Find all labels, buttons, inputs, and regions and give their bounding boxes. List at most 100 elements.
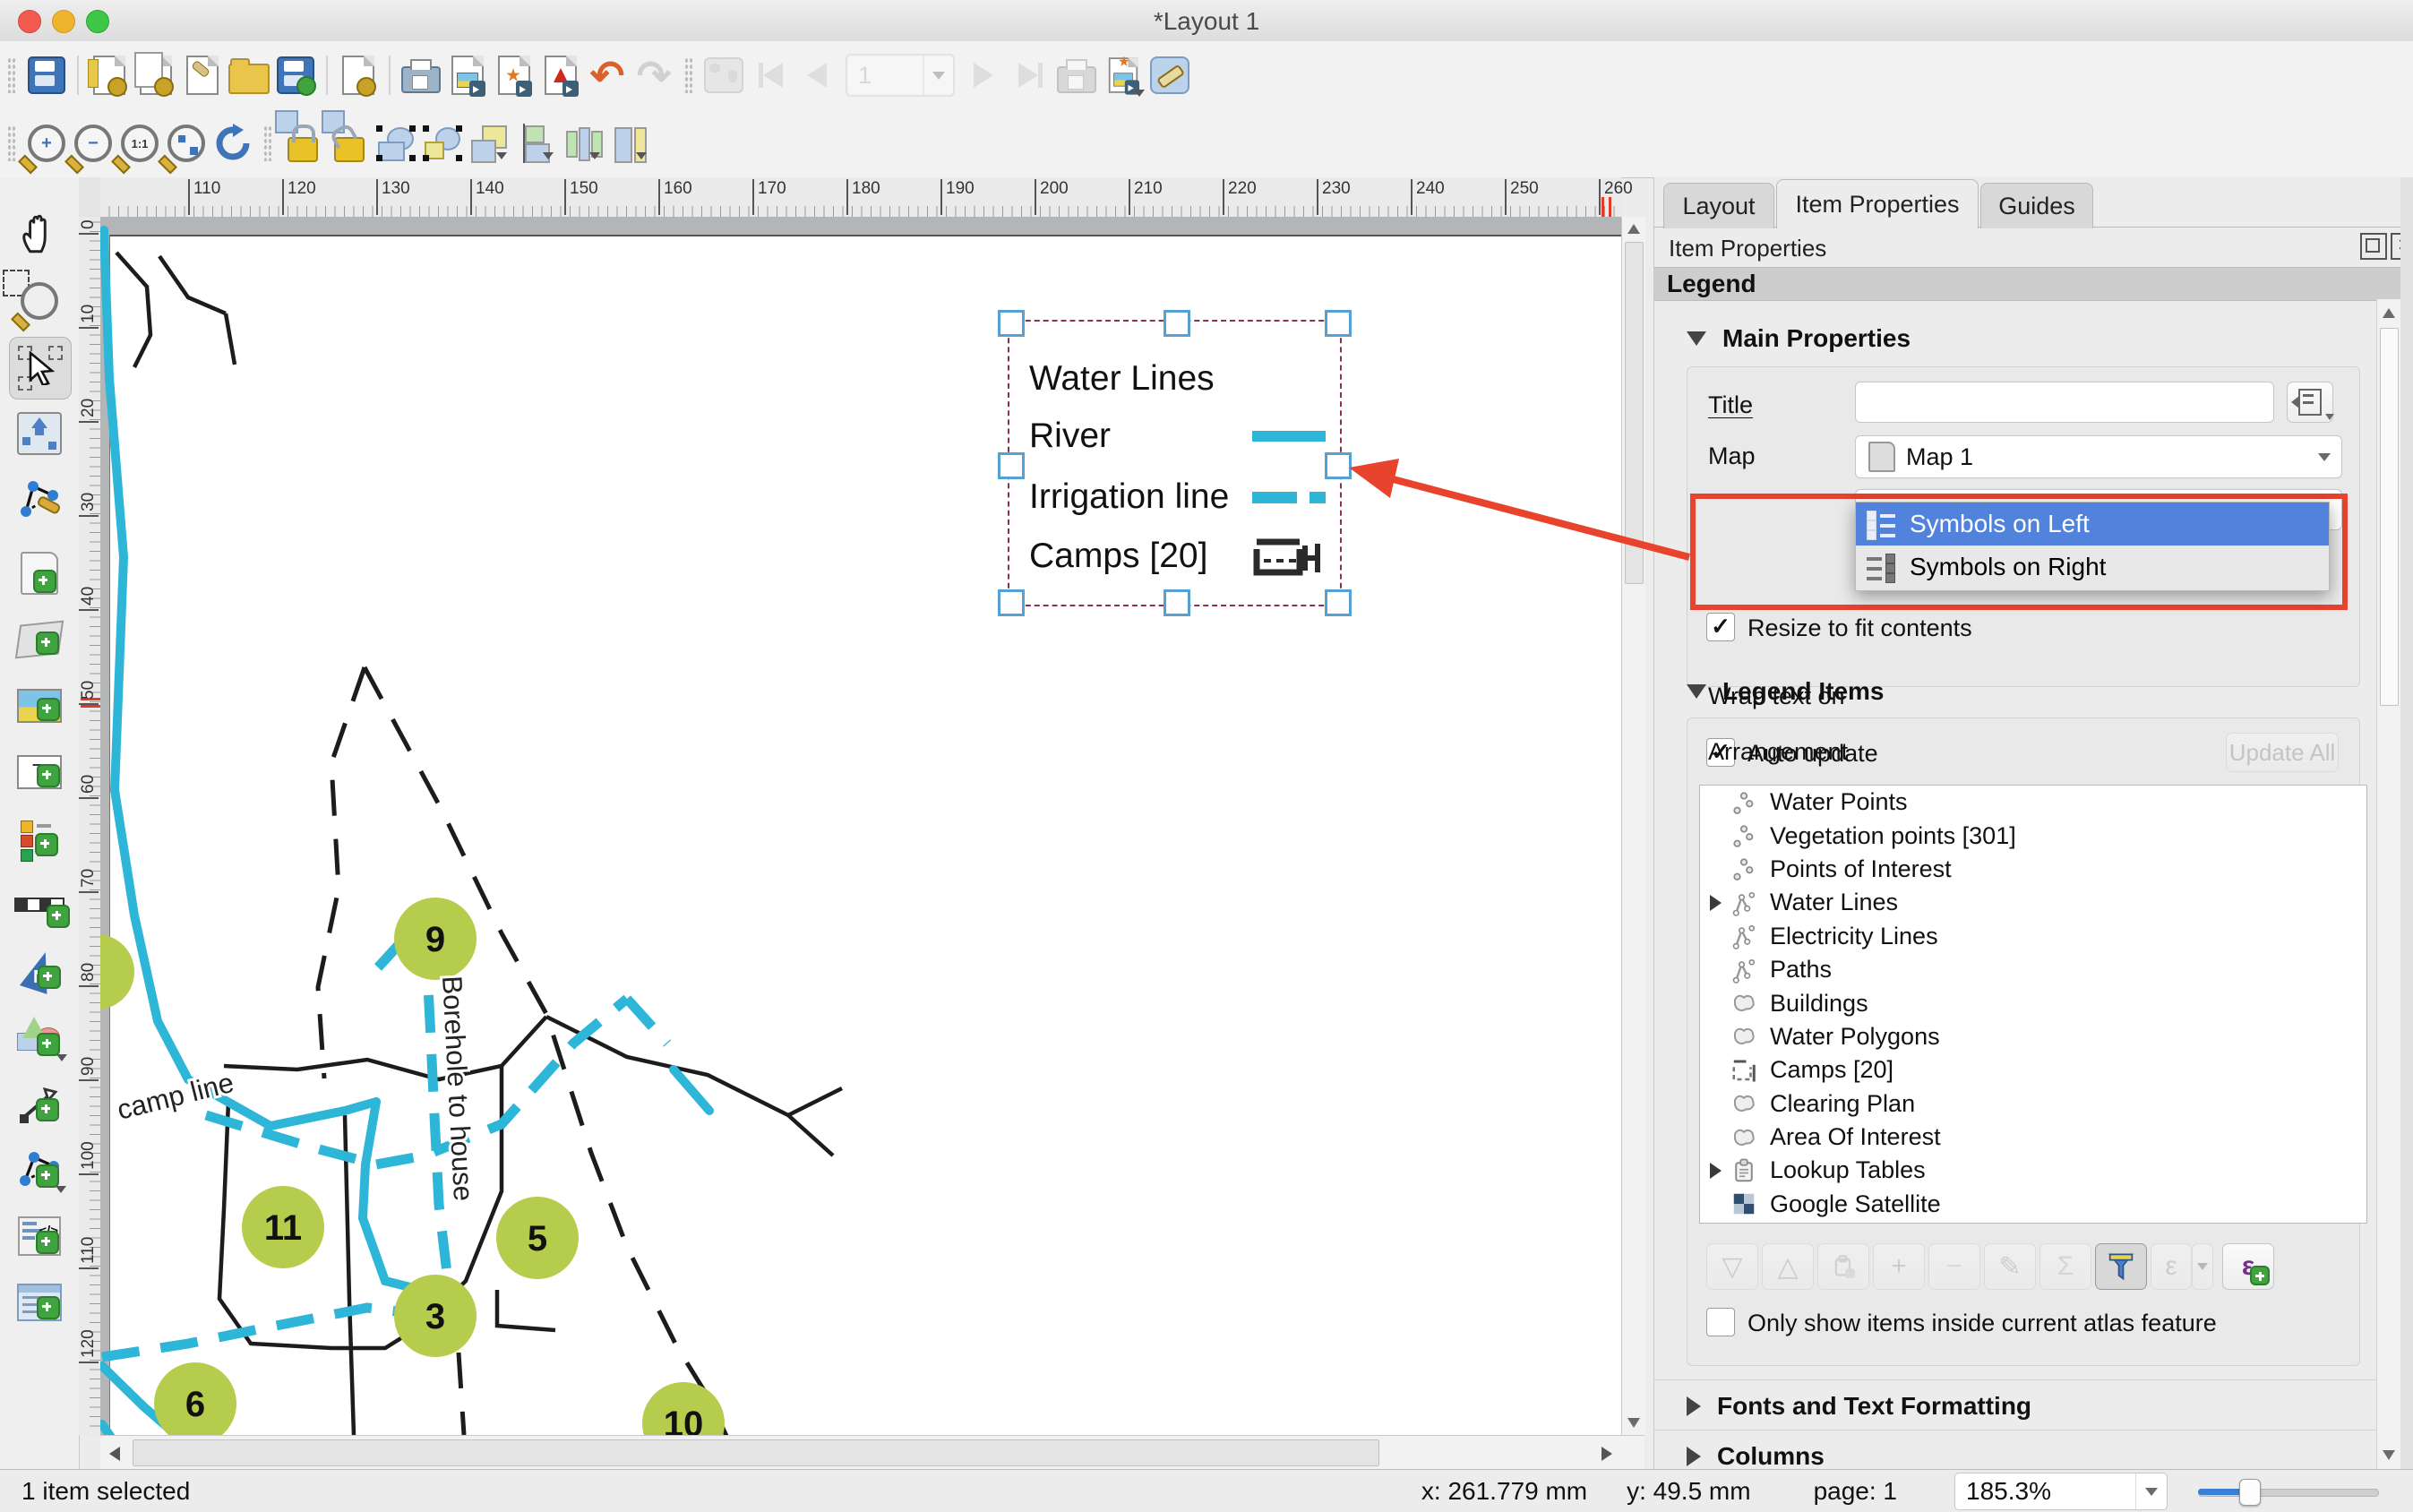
- update-all-button[interactable]: Update All: [2226, 733, 2339, 772]
- add-shape-tool-button[interactable]: [9, 1007, 70, 1068]
- ungroup-items-button[interactable]: [419, 118, 466, 168]
- layout-manager-button[interactable]: [179, 50, 226, 100]
- legend-item-row[interactable]: Water Polygons: [1700, 1020, 2366, 1053]
- panel-scrollbar[interactable]: [2376, 299, 2400, 1469]
- edit-nodes-tool-button[interactable]: [9, 469, 70, 530]
- move-item-content-tool-button[interactable]: [9, 403, 70, 464]
- align-items-button[interactable]: [512, 118, 559, 168]
- legend-item-row[interactable]: Lookup Tables: [1700, 1154, 2366, 1187]
- atlas-page-dropdown[interactable]: [923, 56, 953, 95]
- scroll-up-arrow[interactable]: [2383, 308, 2395, 318]
- add-3d-map-tool-button[interactable]: [9, 609, 70, 670]
- pan-tool-button[interactable]: [9, 204, 70, 265]
- slider-handle[interactable]: [2239, 1479, 2261, 1506]
- print-atlas-button[interactable]: [1053, 50, 1100, 100]
- legend-item-row[interactable]: Water Lines: [1700, 886, 2366, 919]
- resize-handle[interactable]: [998, 589, 1025, 616]
- raise-selected-items-button[interactable]: [466, 118, 512, 168]
- scrollbar-thumb[interactable]: [2380, 328, 2399, 706]
- scroll-up-arrow[interactable]: [1627, 224, 1640, 234]
- tab-guides[interactable]: Guides: [1980, 183, 2093, 228]
- atlas-previous-feature-button[interactable]: [794, 50, 840, 100]
- legend-item-row[interactable]: Paths: [1700, 953, 2366, 986]
- toolbar-grip[interactable]: [263, 125, 272, 161]
- atlas-settings-button[interactable]: [1146, 50, 1193, 100]
- save-project-button[interactable]: [23, 50, 70, 100]
- zoom-level-combobox[interactable]: 185.3%: [1954, 1473, 2168, 1510]
- scrollbar-thumb[interactable]: [133, 1439, 1379, 1466]
- legend-item-row[interactable]: Clearing Plan: [1700, 1087, 2366, 1121]
- add-html-tool-button[interactable]: </>: [9, 1206, 70, 1267]
- lock-selected-items-button[interactable]: [279, 118, 326, 168]
- legend-item-row[interactable]: Vegetation points [301]: [1700, 819, 2366, 852]
- add-items-from-template-button[interactable]: [335, 50, 382, 100]
- atlas-preview-button[interactable]: [700, 50, 747, 100]
- legend-title-input[interactable]: [1855, 382, 2274, 423]
- atlas-first-feature-button[interactable]: [747, 50, 794, 100]
- zoom-actual-size-button[interactable]: 1:1: [116, 118, 163, 168]
- resize-to-fit-checkbox[interactable]: ✓: [1706, 613, 1735, 641]
- legend-item-row[interactable]: Points of Interest: [1700, 853, 2366, 886]
- select-move-item-tool-button[interactable]: [9, 337, 72, 399]
- add-picture-tool-button[interactable]: [9, 675, 70, 736]
- zoom-full-extent-button[interactable]: [163, 118, 210, 168]
- dropdown-option-symbols-left[interactable]: Symbols on Left: [1856, 503, 2329, 546]
- open-layout-button[interactable]: [226, 50, 272, 100]
- undo-button[interactable]: ↶: [584, 50, 631, 100]
- expand-icon[interactable]: [1710, 1163, 1722, 1179]
- atlas-next-feature-button[interactable]: [960, 50, 1007, 100]
- tab-layout[interactable]: Layout: [1663, 183, 1774, 228]
- add-group-button[interactable]: [1817, 1243, 1869, 1290]
- atlas-last-feature-button[interactable]: [1007, 50, 1053, 100]
- add-north-arrow-tool-button[interactable]: N: [9, 941, 70, 1001]
- toolbar-grip[interactable]: [7, 57, 16, 93]
- add-attribute-table-tool-button[interactable]: [9, 1272, 70, 1333]
- print-layout-button[interactable]: [398, 50, 444, 100]
- add-node-item-tool-button[interactable]: [9, 1139, 70, 1200]
- add-legend-tool-button[interactable]: [9, 808, 70, 869]
- filter-by-expression-button[interactable]: ε: [2151, 1243, 2192, 1290]
- map-combobox[interactable]: Map 1: [1855, 435, 2342, 478]
- data-defined-override-button[interactable]: [2287, 382, 2333, 423]
- scroll-down-arrow[interactable]: [1627, 1418, 1640, 1428]
- zoom-out-button[interactable]: −: [70, 118, 116, 168]
- duplicate-layout-button[interactable]: [133, 50, 179, 100]
- atlas-filter-checkbox[interactable]: [1706, 1308, 1735, 1336]
- scroll-left-arrow[interactable]: [109, 1447, 120, 1461]
- new-layout-button[interactable]: [86, 50, 133, 100]
- resize-handle[interactable]: [1325, 589, 1352, 616]
- resize-handle[interactable]: [998, 452, 1025, 479]
- toolbar-grip[interactable]: [7, 125, 16, 161]
- legend-items-list[interactable]: Water Points Vegetation points [301] Poi…: [1699, 785, 2367, 1224]
- export-atlas-button[interactable]: [1100, 50, 1146, 100]
- scrollbar-thumb[interactable]: [1625, 242, 1644, 584]
- filter-expression-dropdown[interactable]: [2192, 1243, 2213, 1290]
- scroll-down-arrow[interactable]: [2383, 1450, 2395, 1460]
- section-fonts[interactable]: Fonts and Text Formatting: [1687, 1392, 2031, 1421]
- add-arrow-tool-button[interactable]: [9, 1073, 70, 1134]
- section-columns[interactable]: Columns: [1687, 1442, 1825, 1471]
- add-label-tool-button[interactable]: T: [9, 742, 70, 803]
- resize-handle[interactable]: [1325, 310, 1352, 337]
- add-expression-legend-button[interactable]: ε: [2222, 1243, 2274, 1290]
- legend-item-row[interactable]: Area Of Interest: [1700, 1121, 2366, 1154]
- section-main-properties[interactable]: Main Properties: [1687, 324, 1911, 353]
- export-as-image-button[interactable]: [444, 50, 491, 100]
- expand-icon[interactable]: [1710, 895, 1722, 911]
- legend-item-row[interactable]: Buildings: [1700, 986, 2366, 1019]
- resize-handle[interactable]: [1164, 310, 1190, 337]
- resize-handle[interactable]: [1325, 452, 1352, 479]
- legend-item-row[interactable]: Electricity Lines: [1700, 920, 2366, 953]
- save-as-template-button[interactable]: [272, 50, 319, 100]
- zoom-tool-button[interactable]: [9, 271, 70, 331]
- dropdown-option-symbols-right[interactable]: Symbols on Right: [1856, 546, 2329, 588]
- canvas-vertical-scrollbar[interactable]: [1621, 217, 1645, 1435]
- move-item-up-button[interactable]: △: [1762, 1243, 1814, 1290]
- zoom-combobox-dropdown[interactable]: [2135, 1473, 2167, 1509]
- group-items-button[interactable]: [373, 118, 419, 168]
- unlock-all-items-button[interactable]: [326, 118, 373, 168]
- tab-item-properties[interactable]: Item Properties: [1776, 179, 1979, 228]
- redo-button[interactable]: ↷: [631, 50, 677, 100]
- distribute-items-button[interactable]: [559, 118, 605, 168]
- legend-item-row[interactable]: Google Satellite: [1700, 1188, 2366, 1221]
